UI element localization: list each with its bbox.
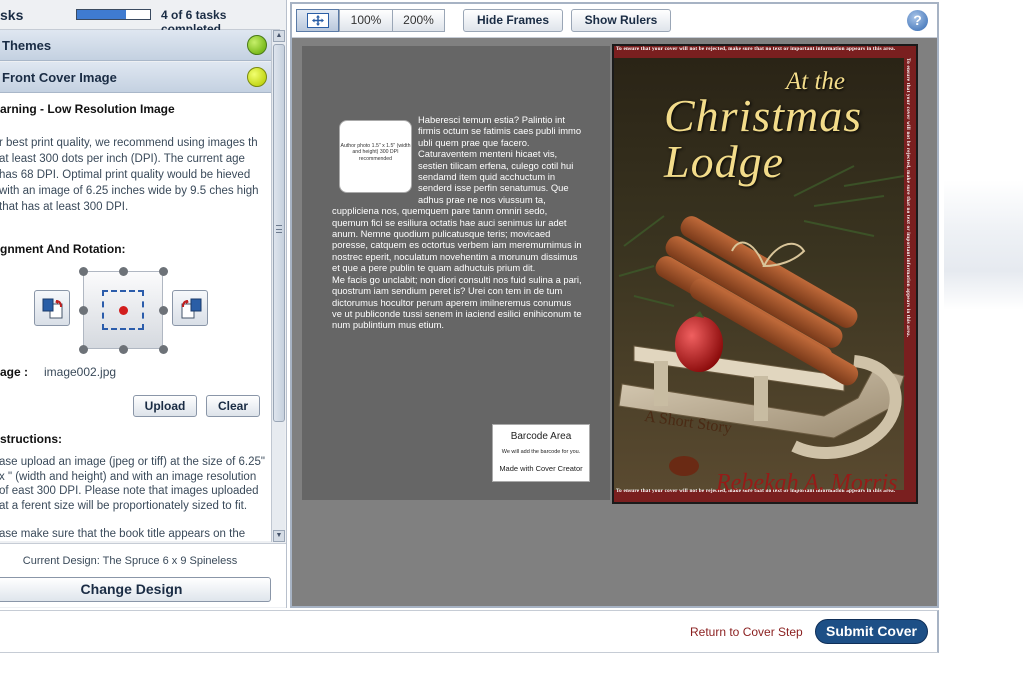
align-top-handle[interactable] bbox=[119, 267, 128, 276]
rotate-right-button[interactable] bbox=[172, 290, 208, 326]
warning-status-icon bbox=[247, 67, 267, 87]
cover-creator-app: sks 4 of 6 tasks completed Themes Front … bbox=[0, 0, 1023, 682]
zoom-100-button[interactable]: 100% bbox=[339, 9, 393, 32]
align-center-handle[interactable] bbox=[119, 306, 128, 315]
accordion-themes-label: Themes bbox=[2, 38, 52, 53]
cover-title-line-3: Lodge bbox=[664, 136, 784, 187]
bottom-bar: Return to Cover Step Submit Cover bbox=[0, 610, 939, 653]
background-fade bbox=[944, 180, 1023, 310]
barcode-title: Barcode Area bbox=[510, 431, 572, 442]
return-to-cover-step-link[interactable]: Return to Cover Step bbox=[690, 625, 803, 639]
rotate-left-icon bbox=[42, 298, 63, 319]
clear-button[interactable]: Clear bbox=[206, 395, 260, 417]
tasks-bar: sks 4 of 6 tasks completed bbox=[0, 0, 280, 36]
tasks-progress-fill bbox=[77, 10, 126, 19]
barcode-note: We will add the barcode for you. bbox=[501, 449, 581, 455]
accordion-front-cover-label: Front Cover Image bbox=[2, 70, 117, 85]
current-design-label: Current Design: The Spruce 6 x 9 Spinele… bbox=[22, 555, 238, 567]
instructions-title: structions: bbox=[0, 432, 63, 446]
warning-body: r best print quality, we recommend using… bbox=[0, 137, 259, 213]
help-icon[interactable]: ? bbox=[907, 10, 928, 31]
scroll-up-arrow-icon[interactable]: ▲ bbox=[273, 30, 285, 42]
align-left-handle[interactable] bbox=[79, 306, 88, 315]
instructions-body-continued: ase make sure that the book title appear… bbox=[0, 528, 246, 540]
back-cover[interactable]: Author photo 1.5" x 1.5" (width and heig… bbox=[302, 46, 610, 500]
align-top-left-handle[interactable] bbox=[79, 267, 88, 276]
alignment-title: gnment And Rotation: bbox=[0, 242, 126, 256]
accordion-themes[interactable]: Themes bbox=[0, 30, 271, 61]
barcode-made-with: Made with Cover Creator bbox=[499, 464, 583, 473]
alignment-control[interactable] bbox=[79, 267, 168, 354]
align-right-handle[interactable] bbox=[159, 306, 168, 315]
front-cover-panel: arning - Low Resolution Image r best pri… bbox=[0, 93, 271, 541]
accordion-front-cover-image[interactable]: Front Cover Image bbox=[0, 62, 271, 93]
grip-icon bbox=[276, 225, 282, 233]
warning-title: arning - Low Resolution Image bbox=[0, 102, 175, 116]
image-bounds-outline bbox=[102, 290, 144, 330]
upload-button[interactable]: Upload bbox=[133, 395, 197, 417]
rotate-right-icon bbox=[181, 298, 202, 319]
instructions-body: ase upload an image (jpeg or tiff) at th… bbox=[0, 456, 265, 512]
tasks-title: sks bbox=[0, 7, 24, 23]
back-cover-text[interactable]: Haberesci temum estia? Palintio int firm… bbox=[332, 114, 582, 331]
left-panel: sks 4 of 6 tasks completed Themes Front … bbox=[0, 0, 287, 608]
rotate-left-button[interactable] bbox=[34, 290, 70, 326]
align-bottom-right-handle[interactable] bbox=[159, 345, 168, 354]
fit-window-icon bbox=[306, 13, 329, 28]
image-label: age : bbox=[0, 365, 29, 379]
front-cover[interactable]: To ensure that your cover will not be re… bbox=[612, 44, 918, 504]
panel-scrollbar[interactable]: ▲ ▼ bbox=[271, 30, 285, 542]
fit-to-window-button[interactable] bbox=[296, 9, 339, 32]
design-area: Current Design: The Spruce 6 x 9 Spinele… bbox=[0, 543, 286, 607]
align-bottom-left-handle[interactable] bbox=[79, 345, 88, 354]
show-rulers-button[interactable]: Show Rulers bbox=[571, 9, 671, 32]
align-bottom-handle[interactable] bbox=[119, 345, 128, 354]
scroll-down-arrow-icon[interactable]: ▼ bbox=[273, 530, 285, 542]
zoom-200-button[interactable]: 200% bbox=[392, 9, 445, 32]
safe-area-warning-top: To ensure that your cover will not be re… bbox=[616, 46, 896, 52]
change-design-button[interactable]: Change Design bbox=[0, 577, 271, 602]
barcode-area: Barcode Area We will add the barcode for… bbox=[492, 424, 590, 482]
complete-status-icon bbox=[247, 35, 267, 55]
safe-area-warning-right: To ensure that your cover will not be re… bbox=[905, 58, 911, 338]
cover-author: Rebekah A. Morris bbox=[716, 470, 898, 496]
tasks-progress-bar bbox=[76, 9, 151, 20]
back-cover-paragraph-2: Me facis go unclabit; non diori consulti… bbox=[332, 273, 582, 331]
submit-cover-button[interactable]: Submit Cover bbox=[815, 619, 928, 644]
cover-workspace: 100% 200% Hide Frames Show Rulers ? Auth… bbox=[290, 2, 939, 608]
align-top-right-handle[interactable] bbox=[159, 267, 168, 276]
image-filename: image002.jpg bbox=[44, 365, 117, 379]
workspace-toolbar: 100% 200% Hide Frames Show Rulers ? bbox=[292, 4, 937, 38]
author-photo-spacer bbox=[332, 114, 418, 199]
scrollbar-thumb[interactable] bbox=[273, 44, 285, 422]
hide-frames-button[interactable]: Hide Frames bbox=[463, 9, 563, 32]
